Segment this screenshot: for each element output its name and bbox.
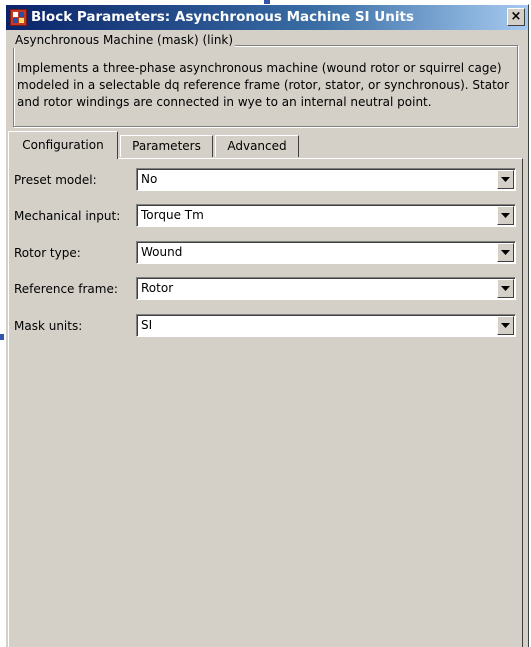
description-legend: Asynchronous Machine (mask) (link): [13, 32, 236, 48]
preset-model-label: Preset model:: [14, 173, 97, 187]
reference-frame-value: Rotor: [141, 281, 174, 295]
mask-units-label: Mask units:: [14, 319, 83, 333]
dropdown-arrow-icon[interactable]: [497, 170, 514, 189]
mechanical-input-row: Mechanical input: Torque Tm: [9, 204, 524, 228]
mask-units-value: SI: [141, 318, 153, 332]
dropdown-arrow-icon[interactable]: [497, 279, 514, 298]
mask-units-select[interactable]: SI: [136, 314, 516, 337]
description-line: and rotor windings are connected in wye …: [17, 95, 432, 109]
description-text: Implements a three-phase asynchronous ma…: [17, 60, 517, 111]
configuration-tab-panel: Preset model: No Mechanical input: Torqu…: [8, 158, 523, 647]
simulink-block-icon: [10, 9, 27, 26]
description-line: modeled in a selectable dq reference fra…: [17, 78, 510, 92]
rotor-type-row: Rotor type: Wound: [9, 241, 524, 265]
reference-frame-select[interactable]: Rotor: [136, 277, 516, 300]
rotor-type-select[interactable]: Wound: [136, 241, 516, 264]
description-line: Implements a three-phase asynchronous ma…: [17, 61, 502, 75]
mask-units-row: Mask units: SI: [9, 314, 524, 338]
tab-strip: Configuration Parameters Advanced: [8, 131, 518, 159]
tab-parameters[interactable]: Parameters: [120, 135, 213, 157]
dropdown-arrow-icon[interactable]: [497, 243, 514, 262]
dropdown-arrow-icon[interactable]: [497, 206, 514, 225]
mechanical-input-label: Mechanical input:: [14, 209, 121, 223]
selection-handle-left: [0, 334, 4, 340]
mechanical-input-select[interactable]: Torque Tm: [136, 204, 516, 227]
close-button[interactable]: ×: [507, 8, 525, 26]
reference-frame-label: Reference frame:: [14, 282, 118, 296]
preset-model-value: No: [141, 172, 158, 186]
rotor-type-value: Wound: [141, 245, 183, 259]
tab-advanced[interactable]: Advanced: [215, 135, 299, 157]
tab-configuration[interactable]: Configuration: [8, 131, 118, 159]
reference-frame-row: Reference frame: Rotor: [9, 277, 524, 301]
dropdown-arrow-icon[interactable]: [497, 316, 514, 335]
mechanical-input-value: Torque Tm: [141, 208, 204, 222]
preset-model-row: Preset model: No: [9, 168, 524, 192]
rotor-type-label: Rotor type:: [14, 246, 81, 260]
window-title: Block Parameters: Asynchronous Machine S…: [31, 9, 414, 25]
title-bar[interactable]: Block Parameters: Asynchronous Machine S…: [6, 5, 528, 30]
preset-model-select[interactable]: No: [136, 168, 516, 191]
